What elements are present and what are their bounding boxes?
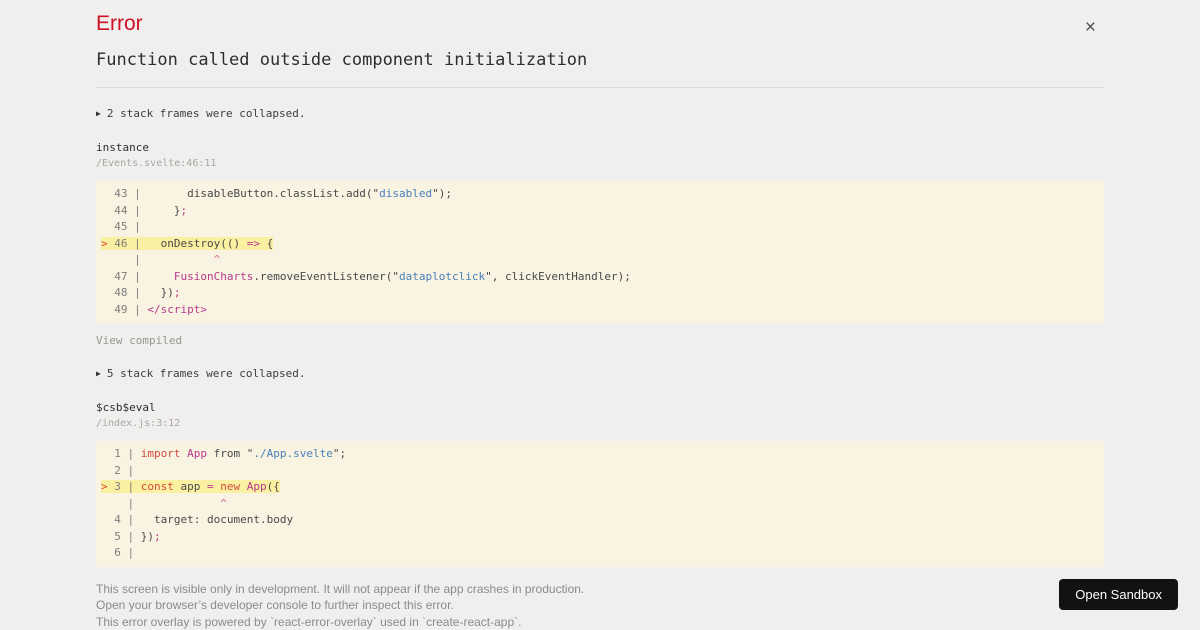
- dev-note-line: This screen is visible only in developme…: [96, 581, 585, 596]
- collapsed-frames-label: 2 stack frames were collapsed.: [106, 107, 306, 120]
- code-line: 47 | FusionCharts.removeEventListener("d…: [101, 269, 631, 283]
- frame-function-name: $csb$eval: [96, 401, 156, 414]
- code-line: 6 |: [101, 546, 141, 559]
- triangle-right-icon: ▶: [96, 369, 101, 378]
- code-line: 1 | import App from "./App.svelte";: [101, 447, 347, 460]
- frame-location: /Events.svelte:46:11: [96, 158, 217, 169]
- collapsed-frames-label: 5 stack frames were collapsed.: [106, 367, 306, 380]
- code-line: 43 | disableButton.classList.add("disabl…: [101, 187, 453, 200]
- divider: [96, 87, 1104, 88]
- code-line: 48 | });: [101, 286, 181, 299]
- frame-location: /index.js:3:12: [96, 418, 181, 429]
- frame-function-name: instance: [96, 141, 149, 154]
- code-line: 44 | };: [101, 203, 188, 217]
- code-frame-index-js: 1 | import App from "./App.svelte"; 2 | …: [96, 441, 1104, 567]
- code-line: 49 | </script>: [101, 302, 207, 316]
- code-line: > 3 | const app = new App({: [101, 480, 280, 493]
- code-line: > 46 | onDestroy(() => {: [101, 236, 274, 250]
- code-frame-events-svelte: 43 | disableButton.classList.add("disabl…: [96, 181, 1104, 323]
- dev-mode-notes: This screen is visible only in developme…: [96, 581, 1104, 630]
- error-message: Function called outside component initia…: [96, 50, 588, 70]
- collapsed-frames-toggle-2[interactable]: ▶ 5 stack frames were collapsed.: [96, 365, 1104, 382]
- code-line: | ^: [101, 496, 227, 510]
- code-line: 2 |: [101, 463, 141, 477]
- collapsed-frames-toggle-1[interactable]: ▶ 2 stack frames were collapsed.: [96, 105, 1104, 122]
- error-title: Error: [96, 12, 143, 35]
- code-line: 45 |: [101, 220, 148, 233]
- code-line: | ^: [101, 253, 221, 266]
- dev-note-line: Open your browser’s developer console to…: [96, 598, 454, 612]
- code-line: 4 | target: document.body: [101, 513, 294, 526]
- view-compiled-link[interactable]: View compiled: [96, 332, 1104, 349]
- overlay-header: Error ×: [96, 0, 1104, 37]
- open-sandbox-button[interactable]: Open Sandbox: [1059, 579, 1178, 610]
- error-overlay: Error × Function called outside componen…: [0, 0, 1200, 630]
- triangle-right-icon: ▶: [96, 109, 101, 118]
- dev-note-line: This error overlay is powered by `react-…: [96, 614, 522, 629]
- code-line: 5 | });: [101, 529, 161, 543]
- close-icon[interactable]: ×: [1085, 18, 1096, 37]
